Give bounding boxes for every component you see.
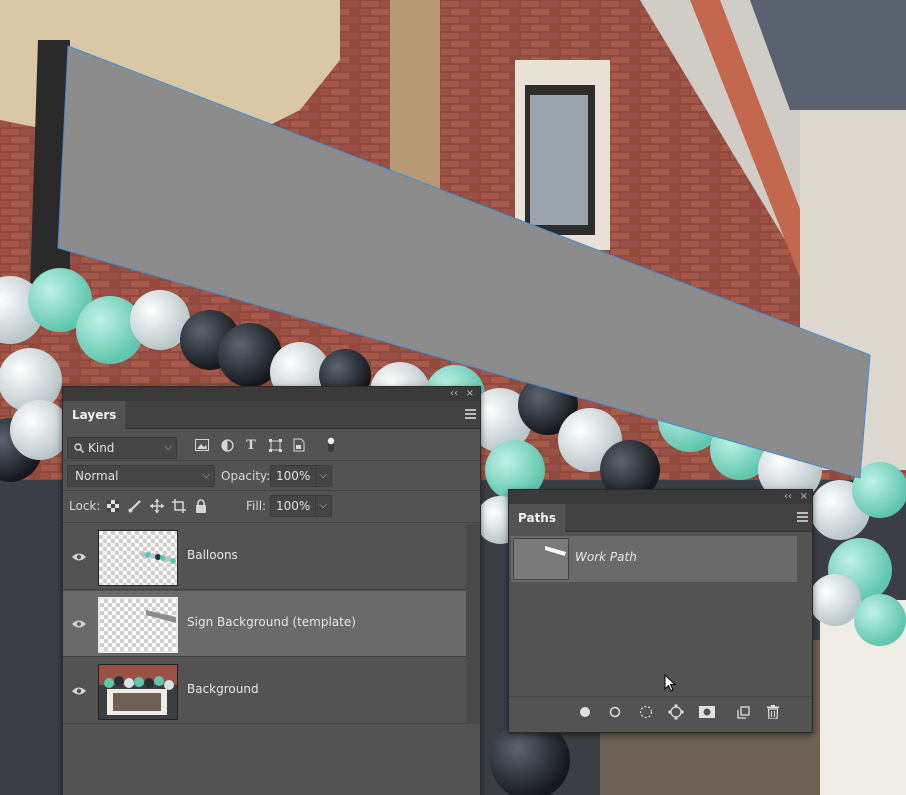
layer-row-sign-background[interactable]: Sign Background (template) <box>63 591 466 657</box>
opacity-value: 100% <box>276 469 311 483</box>
fill-path-icon[interactable] <box>577 704 593 720</box>
paths-tab-row: Paths <box>509 504 812 533</box>
fill-label: Fill: <box>246 499 267 513</box>
lock-artboard-icon[interactable] <box>171 498 187 514</box>
filter-kind-value: Kind <box>88 441 115 455</box>
blend-mode-select[interactable]: Normal ⌵ <box>67 465 215 487</box>
layer-thumbnail <box>98 664 178 720</box>
layer-name[interactable]: Sign Background (template) <box>187 615 356 629</box>
chevron-down-icon: ⌵ <box>164 442 172 453</box>
opacity-label: Opacity: <box>221 469 271 483</box>
load-as-selection-icon[interactable] <box>638 704 654 720</box>
paths-panel-titlebar[interactable]: ‹‹ × <box>509 490 812 504</box>
chevron-down-icon[interactable]: ⌵ <box>315 466 327 486</box>
collapse-panel-button[interactable]: ‹‹ <box>784 490 792 504</box>
panel-menu-icon[interactable] <box>465 409 476 419</box>
search-icon <box>74 443 84 453</box>
new-path-icon[interactable] <box>735 704 751 720</box>
layers-panel: ‹‹ × Layers Kind ⌵ T Normal ⌵ Opacity: 1… <box>62 386 481 795</box>
chevron-down-icon[interactable]: ⌵ <box>315 496 327 516</box>
close-panel-button[interactable]: × <box>466 387 474 401</box>
layer-name[interactable]: Background <box>187 682 259 696</box>
layer-filter-row: Kind ⌵ T <box>63 431 480 461</box>
add-mask-icon[interactable] <box>699 704 715 720</box>
layer-row-balloons[interactable]: Balloons <box>63 524 466 590</box>
blend-mode-value: Normal <box>75 469 119 483</box>
image-filter-icon[interactable] <box>194 437 210 453</box>
stroke-path-icon[interactable] <box>607 704 623 720</box>
paths-panel: ‹‹ × Paths Work Path <box>508 489 813 733</box>
make-work-path-icon[interactable] <box>668 704 684 720</box>
type-filter-icon[interactable]: T <box>243 437 259 453</box>
filter-kind-select[interactable]: Kind ⌵ <box>67 437 177 459</box>
layer-name[interactable]: Balloons <box>187 548 238 562</box>
collapse-panel-button[interactable]: ‹‹ <box>450 387 458 401</box>
layers-panel-titlebar[interactable]: ‹‹ × <box>63 387 480 401</box>
opacity-field[interactable]: 100% ⌵ <box>270 465 332 487</box>
path-name[interactable]: Work Path <box>575 550 637 564</box>
blend-row: Normal ⌵ Opacity: 100% ⌵ <box>63 461 480 491</box>
layers-scrollbar[interactable] <box>466 524 480 724</box>
shape-filter-icon[interactable] <box>267 437 283 453</box>
lock-label: Lock: <box>69 499 101 513</box>
tab-layers[interactable]: Layers <box>63 401 126 430</box>
layer-thumbnail <box>98 597 178 653</box>
smart-object-filter-icon[interactable] <box>291 437 307 453</box>
lock-image-pixels-icon[interactable] <box>127 498 143 514</box>
eye-icon[interactable] <box>72 619 86 629</box>
panel-menu-icon[interactable] <box>797 512 808 522</box>
layer-row-background[interactable]: Background <box>63 658 466 724</box>
fill-value: 100% <box>276 499 311 513</box>
tab-paths[interactable]: Paths <box>509 504 565 533</box>
layers-tab-row: Layers <box>63 401 480 430</box>
chevron-down-icon: ⌵ <box>202 470 210 481</box>
eye-icon[interactable] <box>72 552 86 562</box>
lock-row: Lock: Fill: 100% ⌵ <box>63 491 480 523</box>
close-panel-button[interactable]: × <box>800 490 808 504</box>
lock-position-icon[interactable] <box>149 498 165 514</box>
paths-footer-toolbar <box>509 696 812 726</box>
eye-icon[interactable] <box>72 686 86 696</box>
mouse-cursor-icon <box>664 674 676 692</box>
adjustment-filter-icon[interactable] <box>219 437 235 453</box>
path-row-work-path[interactable]: Work Path <box>511 536 797 582</box>
path-thumbnail <box>513 538 569 580</box>
delete-path-icon[interactable] <box>765 704 781 720</box>
filter-toggle-icon[interactable] <box>323 437 339 453</box>
fill-field[interactable]: 100% ⌵ <box>270 495 332 517</box>
layer-thumbnail <box>98 530 178 586</box>
lock-transparent-pixels-icon[interactable] <box>105 498 121 514</box>
lock-all-icon[interactable] <box>193 498 209 514</box>
